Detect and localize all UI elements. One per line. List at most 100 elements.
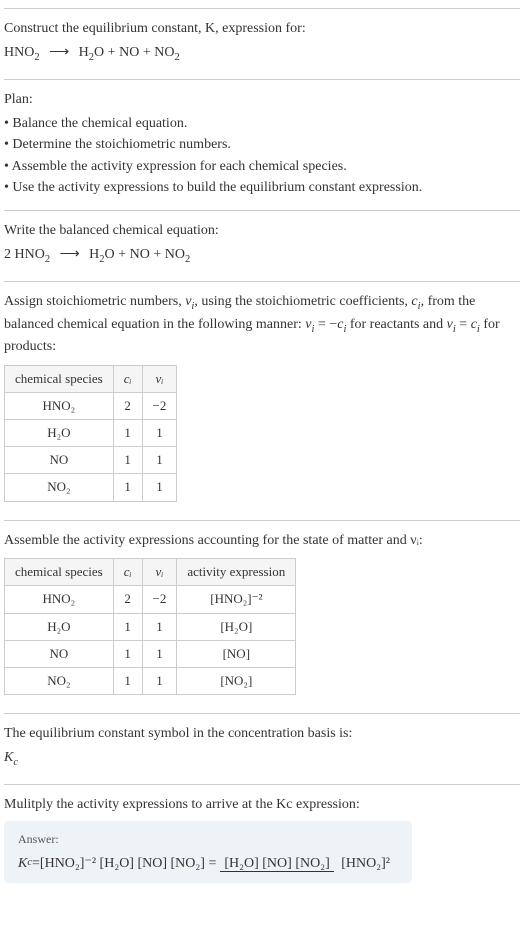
- th-ci: cᵢ: [113, 559, 142, 586]
- cell-expr: [NO]: [177, 640, 296, 667]
- intro-section: Construct the equilibrium constant, K, e…: [4, 8, 520, 79]
- cell-ci: 1: [113, 474, 142, 501]
- activity-heading: Assemble the activity expressions accoun…: [4, 531, 520, 551]
- th-species: chemical species: [5, 365, 114, 392]
- plan-item: • Balance the chemical equation.: [4, 114, 520, 134]
- table-row: NO₂11[NO₂]: [5, 667, 296, 694]
- cell-species: NO: [5, 447, 114, 474]
- cell-ci: 2: [113, 586, 142, 613]
- plus-icon: +: [108, 45, 119, 60]
- intro-rhs1-tail: O: [94, 45, 104, 60]
- cell-expr: [NO₂]: [177, 667, 296, 694]
- multiply-heading: Mulitply the activity expressions to arr…: [4, 795, 520, 815]
- rel1-eq: = −: [314, 317, 337, 332]
- cell-ci: 1: [113, 667, 142, 694]
- intro-title: Construct the equilibrium constant, K, e…: [4, 19, 520, 39]
- th-species: chemical species: [5, 559, 114, 586]
- cell-species: HNO₂: [5, 586, 114, 613]
- table-header-row: chemical species cᵢ νᵢ activity expressi…: [5, 559, 296, 586]
- plan-section: Plan: • Balance the chemical equation. •…: [4, 79, 520, 210]
- kc-sub: c: [13, 757, 18, 768]
- table-row: NO₂11: [5, 474, 177, 501]
- cell-ci: 1: [113, 640, 142, 667]
- balanced-rhs1: H: [89, 247, 99, 262]
- th-nui: νᵢ: [142, 365, 177, 392]
- plan-item: • Use the activity expressions to build …: [4, 178, 520, 198]
- answer-kc: K: [18, 854, 27, 874]
- stoich-t4: for reactants and: [346, 317, 446, 332]
- answer-plain: [HNO₂]⁻² [H₂O] [NO] [NO₂] =: [40, 854, 216, 874]
- th-ci: cᵢ: [113, 365, 142, 392]
- cell-species: NO: [5, 640, 114, 667]
- intro-rhs1: H: [79, 45, 89, 60]
- table-row: H₂O11: [5, 420, 177, 447]
- cell-species: NO₂: [5, 667, 114, 694]
- cell-nui: 1: [142, 420, 177, 447]
- cell-species: H₂O: [5, 420, 114, 447]
- th-expr: activity expression: [177, 559, 296, 586]
- balanced-section: Write the balanced chemical equation: 2 …: [4, 210, 520, 281]
- cell-species: HNO₂: [5, 392, 114, 419]
- intro-rhs2: NO: [119, 45, 139, 60]
- stoich-t2: , using the stoichiometric coefficients,: [194, 294, 411, 309]
- symbol-heading: The equilibrium constant symbol in the c…: [4, 724, 520, 744]
- cell-species: NO₂: [5, 474, 114, 501]
- balanced-lhs-sub: 2: [45, 253, 50, 264]
- table-row: H₂O11[H₂O]: [5, 613, 296, 640]
- cell-nui: 1: [142, 613, 177, 640]
- multiply-section: Mulitply the activity expressions to arr…: [4, 784, 520, 893]
- stoich-table: chemical species cᵢ νᵢ HNO₂2−2 H₂O11 NO1…: [4, 365, 177, 502]
- cell-expr: [HNO₂]⁻²: [177, 586, 296, 613]
- symbol-section: The equilibrium constant symbol in the c…: [4, 713, 520, 784]
- stoich-section: Assign stoichiometric numbers, νi, using…: [4, 281, 520, 520]
- plus-icon: +: [143, 45, 154, 60]
- cell-nui: −2: [142, 586, 177, 613]
- cell-ci: 1: [113, 420, 142, 447]
- intro-equation: HNO2 ⟶ H2O + NO + NO2: [4, 43, 520, 65]
- cell-nui: −2: [142, 392, 177, 419]
- cell-ci: 2: [113, 392, 142, 419]
- cell-ci: 1: [113, 613, 142, 640]
- intro-rhs3: NO: [154, 45, 174, 60]
- cell-nui: 1: [142, 474, 177, 501]
- balanced-equation: 2 HNO2 ⟶ H2O + NO + NO2: [4, 245, 520, 267]
- cell-expr: [H₂O]: [177, 613, 296, 640]
- rel2-eq: =: [456, 317, 471, 332]
- balanced-rhs3-sub: 2: [185, 253, 190, 264]
- plan-list: • Balance the chemical equation. • Deter…: [4, 114, 520, 198]
- fraction-numerator: [H₂O] [NO] [NO₂]: [220, 856, 333, 872]
- balanced-coeff: 2: [4, 247, 11, 262]
- stoich-text: Assign stoichiometric numbers, νi, using…: [4, 292, 520, 357]
- table-header-row: chemical species cᵢ νᵢ: [5, 365, 177, 392]
- fraction: [H₂O] [NO] [NO₂] [HNO₂]²: [220, 854, 394, 874]
- table-row: NO11: [5, 447, 177, 474]
- arrow-icon: ⟶: [43, 45, 75, 60]
- table-row: NO11[NO]: [5, 640, 296, 667]
- balanced-rhs3: NO: [165, 247, 185, 262]
- answer-equation: Kc = [HNO₂]⁻² [H₂O] [NO] [NO₂] = [H₂O] […: [18, 854, 398, 874]
- stoich-t1: Assign stoichiometric numbers,: [4, 294, 185, 309]
- intro-lhs-sub: 2: [34, 51, 39, 62]
- plan-item: • Assemble the activity expression for e…: [4, 157, 520, 177]
- cell-species: H₂O: [5, 613, 114, 640]
- table-row: HNO₂2−2[HNO₂]⁻²: [5, 586, 296, 613]
- balanced-rhs2: NO: [130, 247, 150, 262]
- plan-heading: Plan:: [4, 90, 520, 110]
- cell-nui: 1: [142, 667, 177, 694]
- balanced-rhs1-tail: O: [105, 247, 115, 262]
- intro-lhs: HNO: [4, 45, 34, 60]
- equals-sign: =: [32, 854, 40, 874]
- th-nui: νᵢ: [142, 559, 177, 586]
- plus-icon: +: [153, 247, 164, 262]
- kc-symbol: Kc: [4, 748, 520, 770]
- answer-box: Answer: Kc = [HNO₂]⁻² [H₂O] [NO] [NO₂] =…: [4, 821, 412, 883]
- intro-rhs3-sub: 2: [174, 51, 179, 62]
- activity-section: Assemble the activity expressions accoun…: [4, 520, 520, 714]
- plus-icon: +: [118, 247, 129, 262]
- fraction-denominator: [HNO₂]²: [337, 856, 394, 871]
- table-row: HNO₂2−2: [5, 392, 177, 419]
- balanced-heading: Write the balanced chemical equation:: [4, 221, 520, 241]
- balanced-lhs: HNO: [15, 247, 45, 262]
- cell-nui: 1: [142, 640, 177, 667]
- answer-label: Answer:: [18, 831, 398, 848]
